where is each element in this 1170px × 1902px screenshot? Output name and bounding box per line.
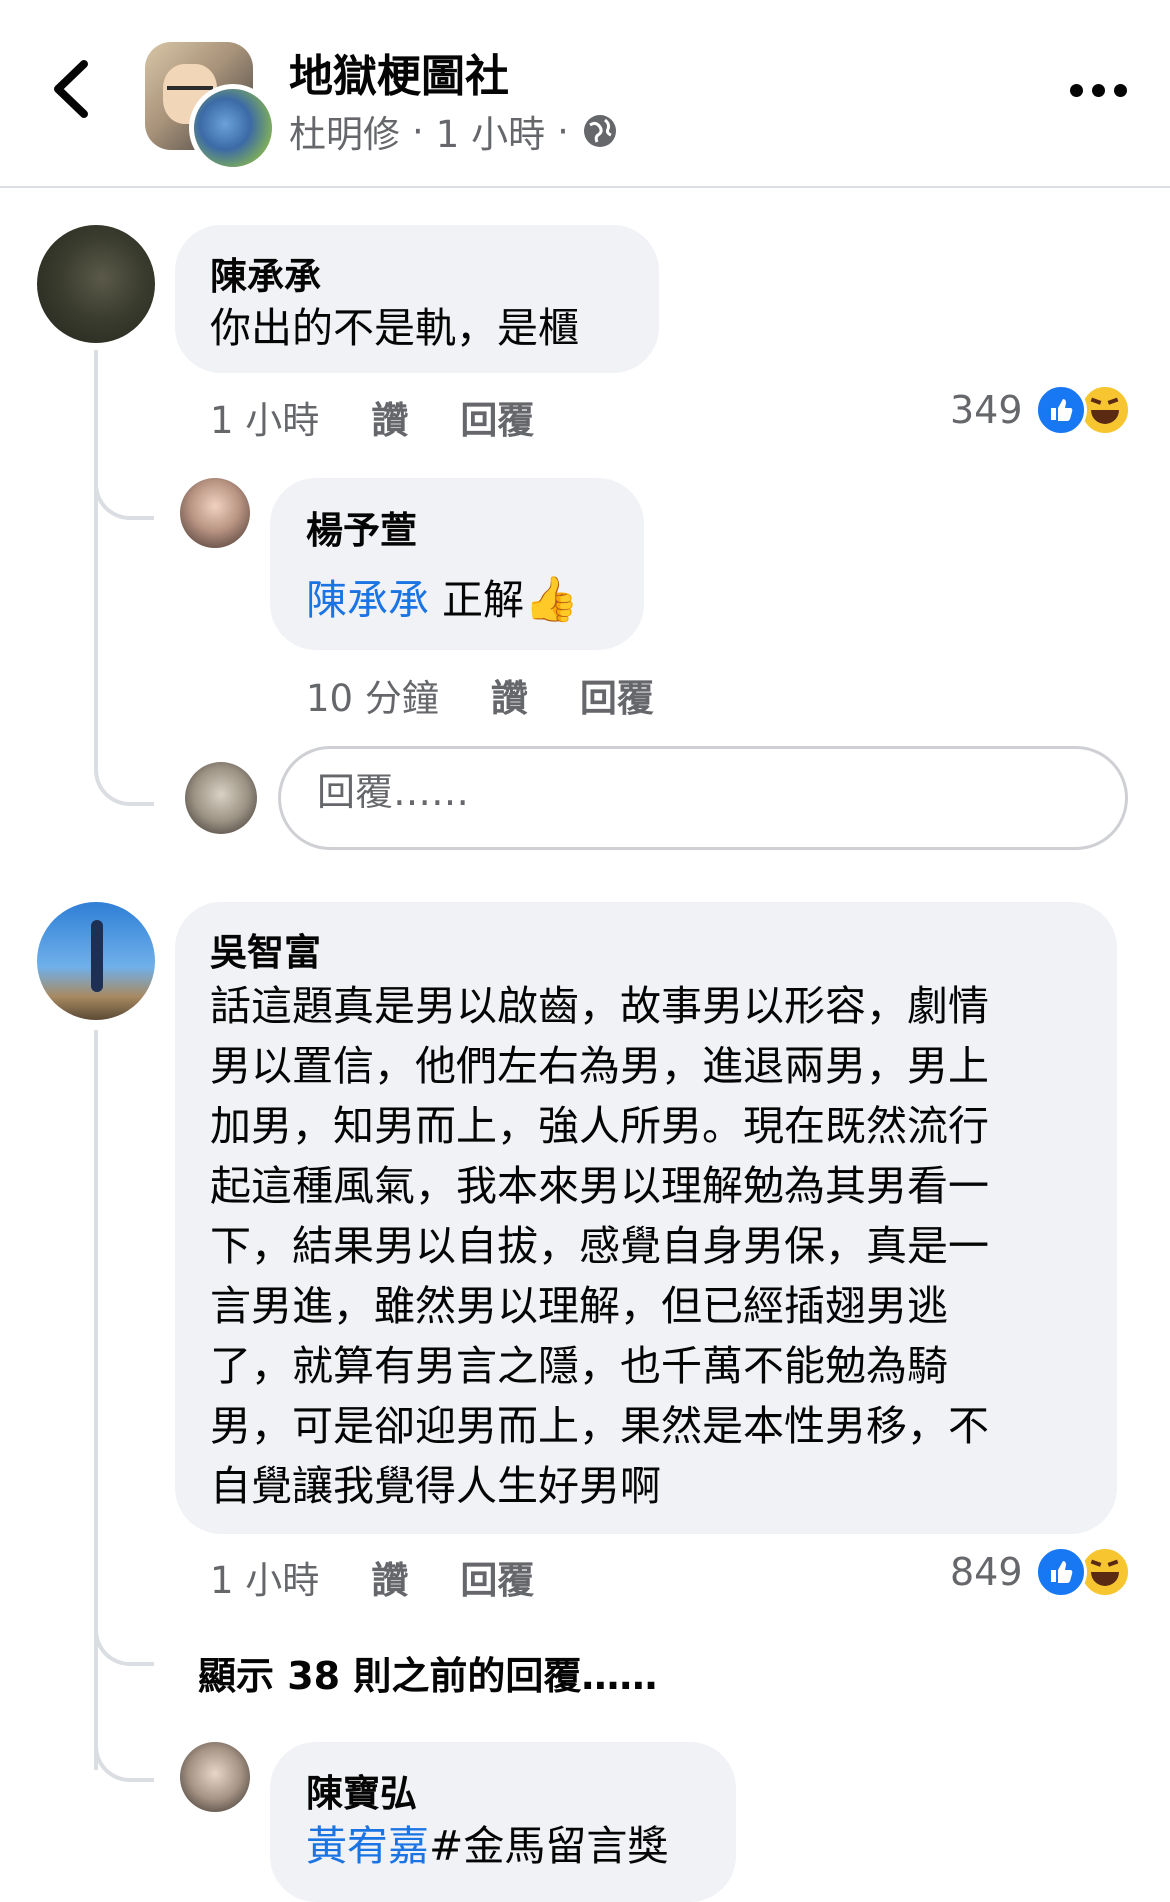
like-button[interactable]: 讚: [371, 390, 408, 444]
show-previous-replies[interactable]: 顯示 38 則之前的回覆……: [198, 1645, 657, 1700]
avatar[interactable]: [180, 478, 250, 548]
like-button[interactable]: 讚: [491, 668, 528, 722]
reply-text: 陳承承 正解👍: [306, 570, 579, 630]
reply-body: #金馬留言獎: [429, 1822, 669, 1870]
avatar[interactable]: [37, 225, 155, 343]
like-reaction-icon: [1034, 384, 1087, 436]
reply-actions: 10 分鐘 讚 回覆: [306, 668, 654, 722]
reaction-summary[interactable]: 849: [950, 1546, 1131, 1598]
mention-link[interactable]: 黃宥嘉: [306, 1822, 429, 1870]
comment-actions: 1 小時 讚 回覆: [210, 390, 534, 444]
commenter-name[interactable]: 楊予萱: [306, 500, 417, 554]
reply-text: 黃宥嘉#金馬留言獎: [306, 1816, 668, 1876]
avatar[interactable]: [37, 902, 155, 1020]
reply-button[interactable]: 回覆: [460, 1550, 534, 1604]
chevron-left-icon[interactable]: [46, 58, 96, 120]
reaction-summary[interactable]: 349: [950, 384, 1131, 436]
comment-line: 自覺讓我覺得人生好男啊: [210, 1462, 661, 1510]
thread-connector: [94, 736, 154, 806]
post-time[interactable]: 1 小時: [436, 104, 545, 158]
commenter-name[interactable]: 陳承承: [210, 246, 321, 300]
like-reaction-icon: [1034, 1546, 1087, 1598]
comment-time[interactable]: 1 小時: [210, 1550, 319, 1604]
group-name[interactable]: 地獄梗圖社: [289, 40, 509, 104]
comment-time[interactable]: 1 小時: [210, 390, 319, 444]
comment-text: 你出的不是軌，是櫃: [210, 304, 579, 352]
thread-connector: [94, 1610, 154, 1666]
thread-connector: [94, 1712, 154, 1782]
reply-button[interactable]: 回覆: [580, 668, 654, 722]
reply-box[interactable]: [278, 746, 1128, 850]
avatar[interactable]: [180, 1742, 250, 1812]
comment-line: 話這題真是男以啟齒，故事男以形容，劇情: [210, 982, 989, 1030]
post-header: 地獄梗圖社 杜明修 · 1 小時 ·: [0, 0, 1170, 188]
reply-body: 正解: [429, 576, 525, 624]
reaction-count: 349: [950, 388, 1023, 432]
more-horizontal-icon[interactable]: [1070, 80, 1130, 100]
comment-line: 加男，知男而上，強人所男。現在既然流行: [210, 1102, 989, 1150]
meta-separator-2: ·: [557, 109, 569, 153]
current-user-avatar: [185, 762, 257, 834]
meta-separator: ·: [412, 109, 424, 153]
commenter-name[interactable]: 陳寶弘: [306, 1763, 417, 1817]
reply-input[interactable]: [315, 769, 1079, 815]
reply-time[interactable]: 10 分鐘: [306, 668, 439, 722]
reply-button[interactable]: 回覆: [460, 390, 534, 444]
comment-line: 男以置信，他們左右為男，進退兩男，男上: [210, 1042, 989, 1090]
author-name[interactable]: 杜明修: [289, 104, 400, 158]
reaction-count: 849: [950, 1550, 1023, 1594]
commenter-name[interactable]: 吳智富: [210, 922, 321, 976]
comment-text: 話這題真是男以啟齒，故事男以形容，劇情 男以置信，他們左右為男，進退兩男，男上 …: [210, 976, 989, 1516]
comment-line: 男，可是卻迎男而上，果然是本性男移，不: [210, 1402, 989, 1450]
comment-line: 起這種風氣，我本來男以理解勉為其男看一: [210, 1162, 989, 1210]
mention-link[interactable]: 陳承承: [306, 576, 429, 624]
thread-connector: [94, 450, 154, 520]
author-avatar[interactable]: [189, 84, 277, 172]
globe-icon: [583, 115, 616, 147]
comment-line: 了，就算有男言之隱，也千萬不能勉為騎: [210, 1342, 948, 1390]
comment-line: 言男進，雖然男以理解，但已經插翅男逃: [210, 1282, 948, 1330]
comment-line: 下，結果男以自拔，感覺自身男保，真是一: [210, 1222, 989, 1270]
like-button[interactable]: 讚: [371, 1550, 408, 1604]
thumbs-up-emoji: 👍: [524, 574, 579, 625]
comment-actions: 1 小時 讚 回覆: [210, 1550, 534, 1604]
thread-line: [94, 350, 98, 750]
thread-line: [94, 1030, 98, 1770]
post-meta: 杜明修 · 1 小時 ·: [289, 104, 619, 158]
